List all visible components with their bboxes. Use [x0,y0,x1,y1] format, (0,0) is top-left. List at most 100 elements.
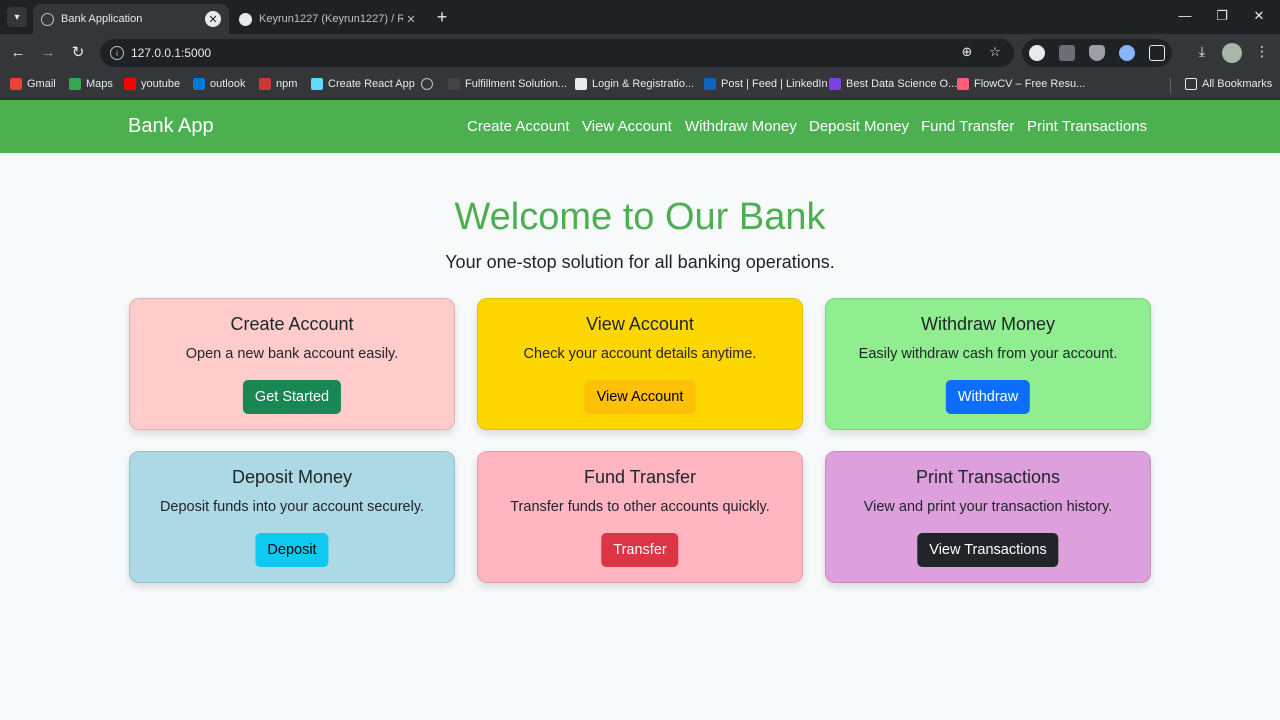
flowcv-icon [957,78,969,90]
bookmark-label: FlowCV – Free Resu... [974,78,1086,90]
bookmark-flowcv[interactable]: FlowCV – Free Resu... [957,78,1085,90]
nav-create-account[interactable]: Create Account [467,118,570,135]
bookmark-globe[interactable] [421,78,438,90]
tab-title: Keyrun1227 (Keyrun1227) / Rep [259,13,403,25]
extension-bot-icon[interactable] [1119,45,1135,61]
bookmark-create-react-app[interactable]: Create React App [311,78,415,90]
extensions-area [1022,39,1172,67]
card-title: Fund Transfer [583,467,697,487]
menu-kebab-icon[interactable]: ⋮ [1253,43,1271,60]
card-description: Open a new bank account easily. [185,346,399,362]
card-deposit-money: Deposit Money Deposit funds into your ac… [129,451,455,583]
tab-github[interactable]: Keyrun1227 (Keyrun1227) / Rep ✕ [231,4,427,34]
card-title: Create Account [230,314,354,334]
card-description: Deposit funds into your account securely… [159,499,425,515]
npm-icon [259,78,271,90]
back-button[interactable]: ← [8,43,28,63]
all-bookmarks-button[interactable]: All Bookmarks [1185,78,1272,90]
globe-icon [41,12,54,26]
bookmark-outlook[interactable]: outlook [193,78,245,90]
bookmark-label: Create React App [328,78,415,90]
transfer-button[interactable]: Transfer [601,533,679,567]
bookmark-gmail[interactable]: Gmail [10,78,56,90]
card-description: Easily withdraw cash from your account. [858,346,1118,362]
nav-view-account[interactable]: View Account [582,118,672,135]
tab-search-button[interactable]: ▾ [7,7,27,27]
view-account-button[interactable]: View Account [584,380,696,414]
tab-title: Bank Application [61,13,143,25]
all-bookmarks-label: All Bookmarks [1202,78,1273,90]
address-url: 127.0.0.1:5000 [131,46,212,60]
close-window-button[interactable]: ✕ [1250,8,1268,24]
tab-close-icon[interactable]: ✕ [403,11,419,27]
card-view-account: View Account Check your account details … [477,298,803,430]
address-bar[interactable]: i 127.0.0.1:5000 ⊕ ☆ [100,39,1014,67]
page-subtitle: Your one-stop solution for all banking o… [445,252,835,272]
card-print-transactions: Print Transactions View and print your t… [825,451,1151,583]
youtube-icon [124,78,136,90]
deposit-button[interactable]: Deposit [255,533,329,567]
shield-icon[interactable] [1089,45,1105,61]
site-info-icon[interactable]: i [110,46,124,60]
card-title: Print Transactions [915,467,1061,487]
github-icon [239,12,252,26]
extension-a-icon[interactable] [1029,45,1045,61]
card-withdraw-money: Withdraw Money Easily withdraw cash from… [825,298,1151,430]
brand-link[interactable]: Bank App [128,115,214,138]
card-title: View Account [586,314,694,334]
forward-button[interactable]: → [38,43,58,63]
new-tab-button[interactable]: + [433,8,451,26]
download-icon[interactable]: ⤓ [1193,43,1211,60]
bookmark-star-icon[interactable]: ☆ [987,44,1003,60]
site-navbar: Bank App Create Account View Account Wit… [0,100,1280,153]
bookmark-login-registration[interactable]: Login & Registratio... [575,78,694,90]
bookmark-label: Fulfillment Solution... [465,78,568,90]
best-data-science-icon [829,78,841,90]
bookmark-npm[interactable]: npm [259,78,297,90]
maps-icon [69,78,81,90]
page-title: Welcome to Our Bank [454,196,826,238]
browser-toolbar: ← → ↻ i 127.0.0.1:5000 ⊕ ☆ ⤓ ⋮ [0,34,1280,72]
bookmark-label: Maps [86,78,113,90]
browser-tab-strip: ▾ Bank Application ✕ Keyrun1227 (Keyrun1… [0,0,1280,34]
bookmark-label: Login & Registratio... [592,78,695,90]
linkedin-icon [704,78,716,90]
view-transactions-button[interactable]: View Transactions [917,533,1059,567]
login-registration-icon [575,78,587,90]
get-started-button[interactable]: Get Started [242,380,342,414]
profile-avatar[interactable] [1222,43,1242,63]
bookmark-label: Gmail [27,78,56,90]
nav-print-transactions[interactable]: Print Transactions [1027,118,1147,135]
bookmark-youtube[interactable]: youtube [124,78,180,90]
globe-icon [421,78,433,90]
folder-icon [1185,78,1197,90]
bookmark-linkedin[interactable]: Post | Feed | LinkedIn [704,78,828,90]
card-title: Deposit Money [231,467,353,487]
nav-fund-transfer[interactable]: Fund Transfer [921,118,1014,135]
tab-bank-application[interactable]: Bank Application ✕ [33,4,229,34]
card-title: Withdraw Money [920,314,1056,334]
reload-button[interactable]: ↻ [68,43,88,63]
create-react-app-icon [311,78,323,90]
card-create-account: Create Account Open a new bank account e… [129,298,455,430]
restore-button[interactable]: ❐ [1213,8,1231,24]
fulfillment-solution-icon [448,78,460,90]
bookmark-separator [1170,78,1171,94]
bookmark-label: outlook [210,78,246,90]
nav-withdraw-money[interactable]: Withdraw Money [685,118,797,135]
extension-folder-icon[interactable] [1059,45,1075,61]
bookmark-best-data-science[interactable]: Best Data Science O... [829,78,957,90]
bookmark-label: Best Data Science O... [846,78,958,90]
gmail-icon [10,78,22,90]
nav-deposit-money[interactable]: Deposit Money [809,118,909,135]
puzzle-icon[interactable] [1149,45,1165,61]
withdraw-button[interactable]: Withdraw [945,380,1031,414]
bookmark-maps[interactable]: Maps [69,78,113,90]
bookmark-fulfillment-solution[interactable]: Fulfillment Solution... [448,78,567,90]
card-description: Check your account details anytime. [523,346,757,362]
zoom-icon[interactable]: ⊕ [959,44,975,60]
minimize-button[interactable]: — [1176,8,1194,23]
card-description: View and print your transaction history. [863,499,1113,515]
card-description: Transfer funds to other accounts quickly… [510,499,770,515]
tab-close-icon[interactable]: ✕ [205,11,221,27]
